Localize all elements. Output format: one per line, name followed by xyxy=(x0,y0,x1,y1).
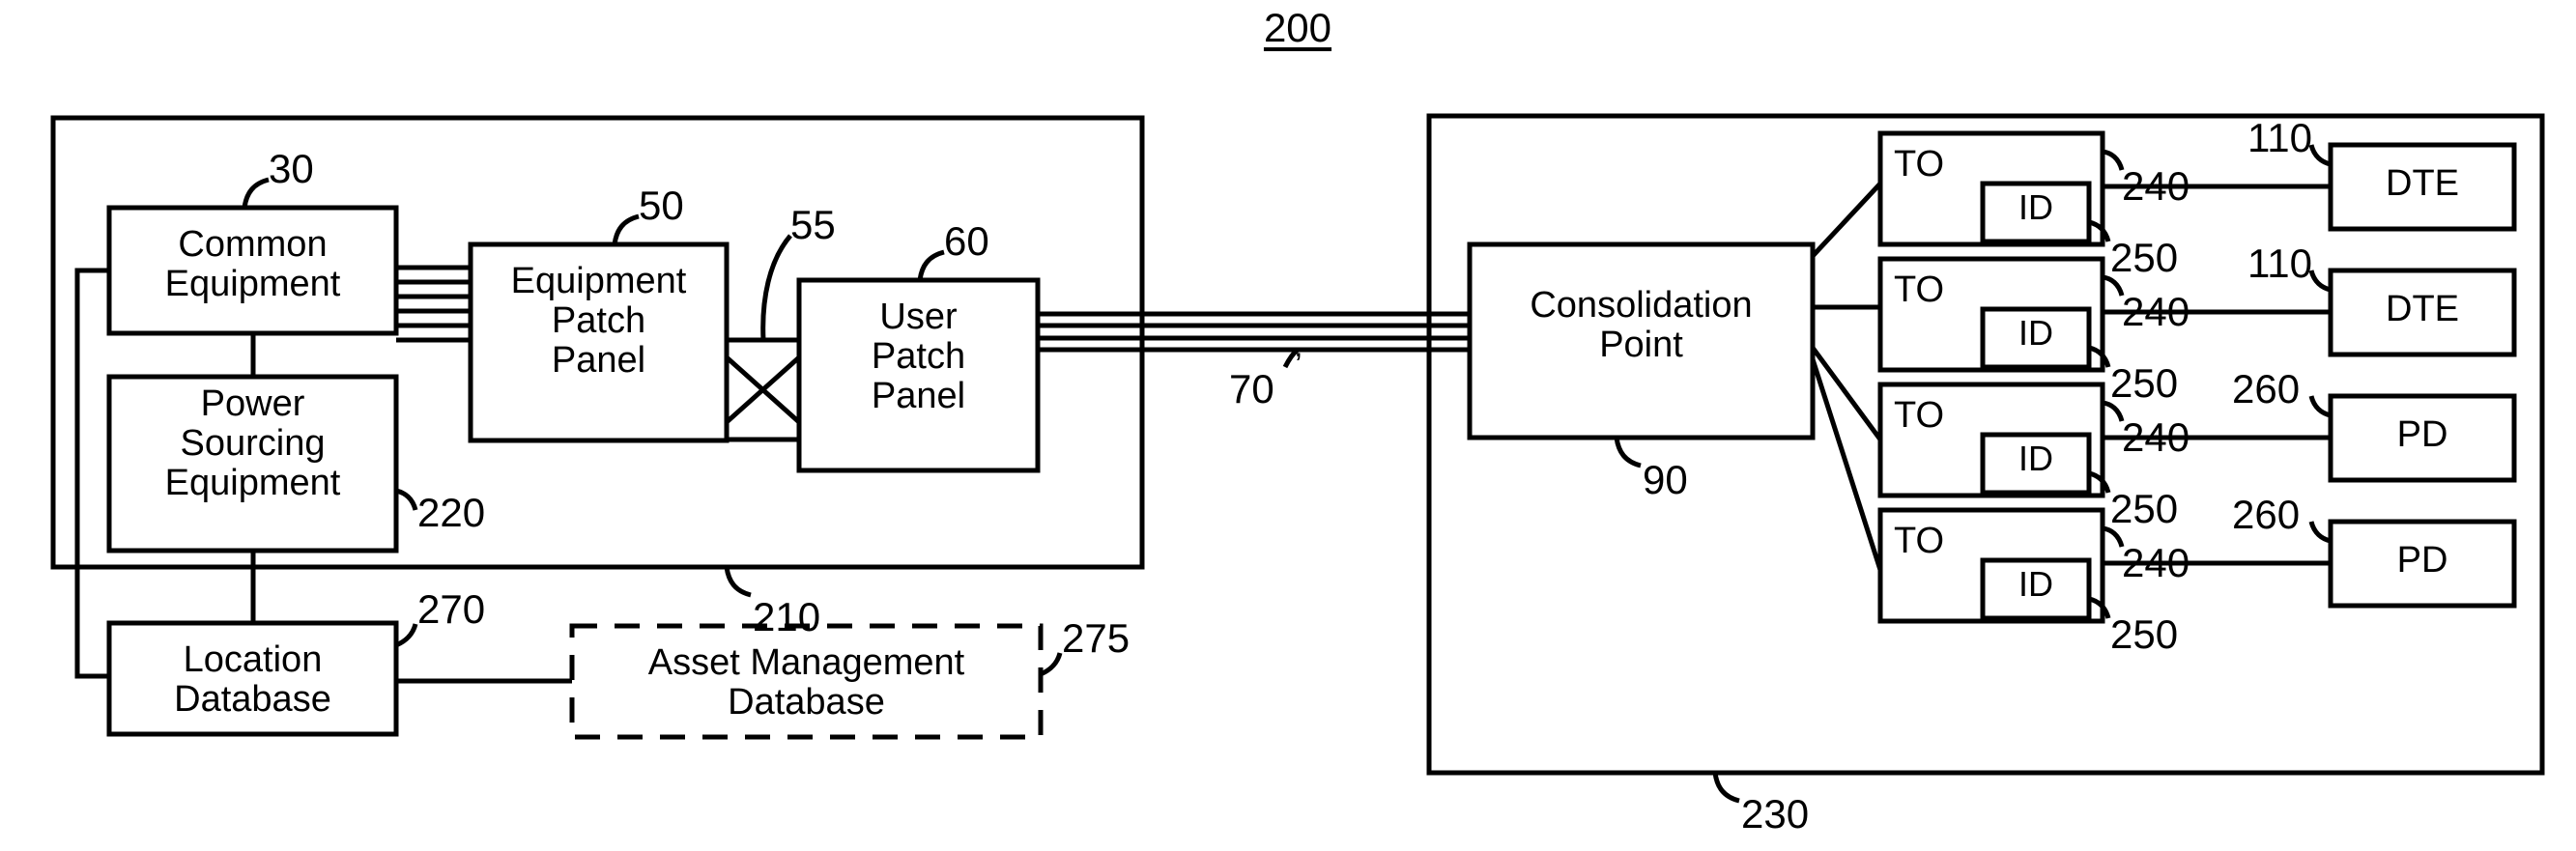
id-label-1: ID xyxy=(2018,187,2053,227)
reference-220: 220 xyxy=(417,490,486,535)
power-sourcing-equipment-label: Power Sourcing Equipment xyxy=(164,383,341,504)
leader-270 xyxy=(394,623,418,648)
leader-250-1 xyxy=(2088,219,2111,242)
reference-210: 210 xyxy=(753,594,821,639)
figure-number: 200 xyxy=(1263,5,1332,50)
user-patch-panel-label: User Patch Panel xyxy=(871,297,966,417)
reference-240-2: 240 xyxy=(2122,289,2190,334)
reference-260-3: 260 xyxy=(2232,366,2301,411)
reference-50: 50 xyxy=(639,183,684,228)
reference-270: 270 xyxy=(417,586,486,632)
cp-to-outlet-link-1 xyxy=(1811,182,1882,258)
reference-250-2: 250 xyxy=(2110,360,2179,406)
id-label-4: ID xyxy=(2018,564,2053,604)
reference-275: 275 xyxy=(1062,615,1131,661)
leader-240-1 xyxy=(2102,149,2125,171)
device-label-2: DTE xyxy=(2386,289,2459,329)
common-equipment-label: Common Equipment xyxy=(164,224,341,305)
leader-250-3 xyxy=(2088,470,2111,494)
equipment-patch-panel-label: Equipment Patch Panel xyxy=(510,261,687,382)
leader-90 xyxy=(1614,437,1642,468)
leader-60 xyxy=(917,249,945,281)
reference-250-3: 250 xyxy=(2110,486,2179,531)
leader-55 xyxy=(760,234,792,341)
reference-240-3: 240 xyxy=(2122,414,2190,460)
reference-110-1: 110 xyxy=(2247,115,2312,160)
leader-220 xyxy=(395,488,418,511)
reference-90: 90 xyxy=(1643,457,1688,502)
location-database-label: Location Database xyxy=(174,639,331,721)
id-label-2: ID xyxy=(2018,313,2053,353)
common-equipment-to-location-db-bus xyxy=(74,268,109,679)
reference-250-4: 250 xyxy=(2110,611,2179,657)
device-label-1: DTE xyxy=(2386,163,2459,204)
patent-figure-canvas: 200 Common Equipment 30 Power Sourcing E… xyxy=(0,0,2576,851)
reference-30: 30 xyxy=(269,146,314,191)
to-label-2: TO xyxy=(1894,269,1945,310)
reference-55: 55 xyxy=(790,202,836,247)
reference-250-1: 250 xyxy=(2110,235,2179,280)
to-label-4: TO xyxy=(1894,521,1945,561)
reference-230: 230 xyxy=(1741,791,1810,837)
leader-250-4 xyxy=(2088,596,2111,619)
id-label-3: ID xyxy=(2018,439,2053,478)
to-label-3: TO xyxy=(1894,395,1945,436)
asset-management-database-label: Asset Management Database xyxy=(647,642,965,723)
reference-110-2: 110 xyxy=(2247,241,2312,286)
leader-30 xyxy=(242,177,270,209)
reference-70-prime-tick: ’ xyxy=(1295,347,1302,383)
leader-210 xyxy=(724,566,752,598)
reference-260-4: 260 xyxy=(2232,492,2301,537)
leader-275 xyxy=(1039,652,1063,677)
reference-240-1: 240 xyxy=(2122,163,2190,209)
device-label-3: PD xyxy=(2396,414,2448,455)
reference-240-4: 240 xyxy=(2122,540,2190,585)
leader-50 xyxy=(612,213,640,245)
to-label-1: TO xyxy=(1894,144,1945,184)
consolidation-point-label: Consolidation Point xyxy=(1530,285,1753,366)
reference-60: 60 xyxy=(944,218,989,264)
leader-250-2 xyxy=(2088,345,2111,368)
device-label-4: PD xyxy=(2396,540,2448,581)
leader-230 xyxy=(1712,772,1740,804)
